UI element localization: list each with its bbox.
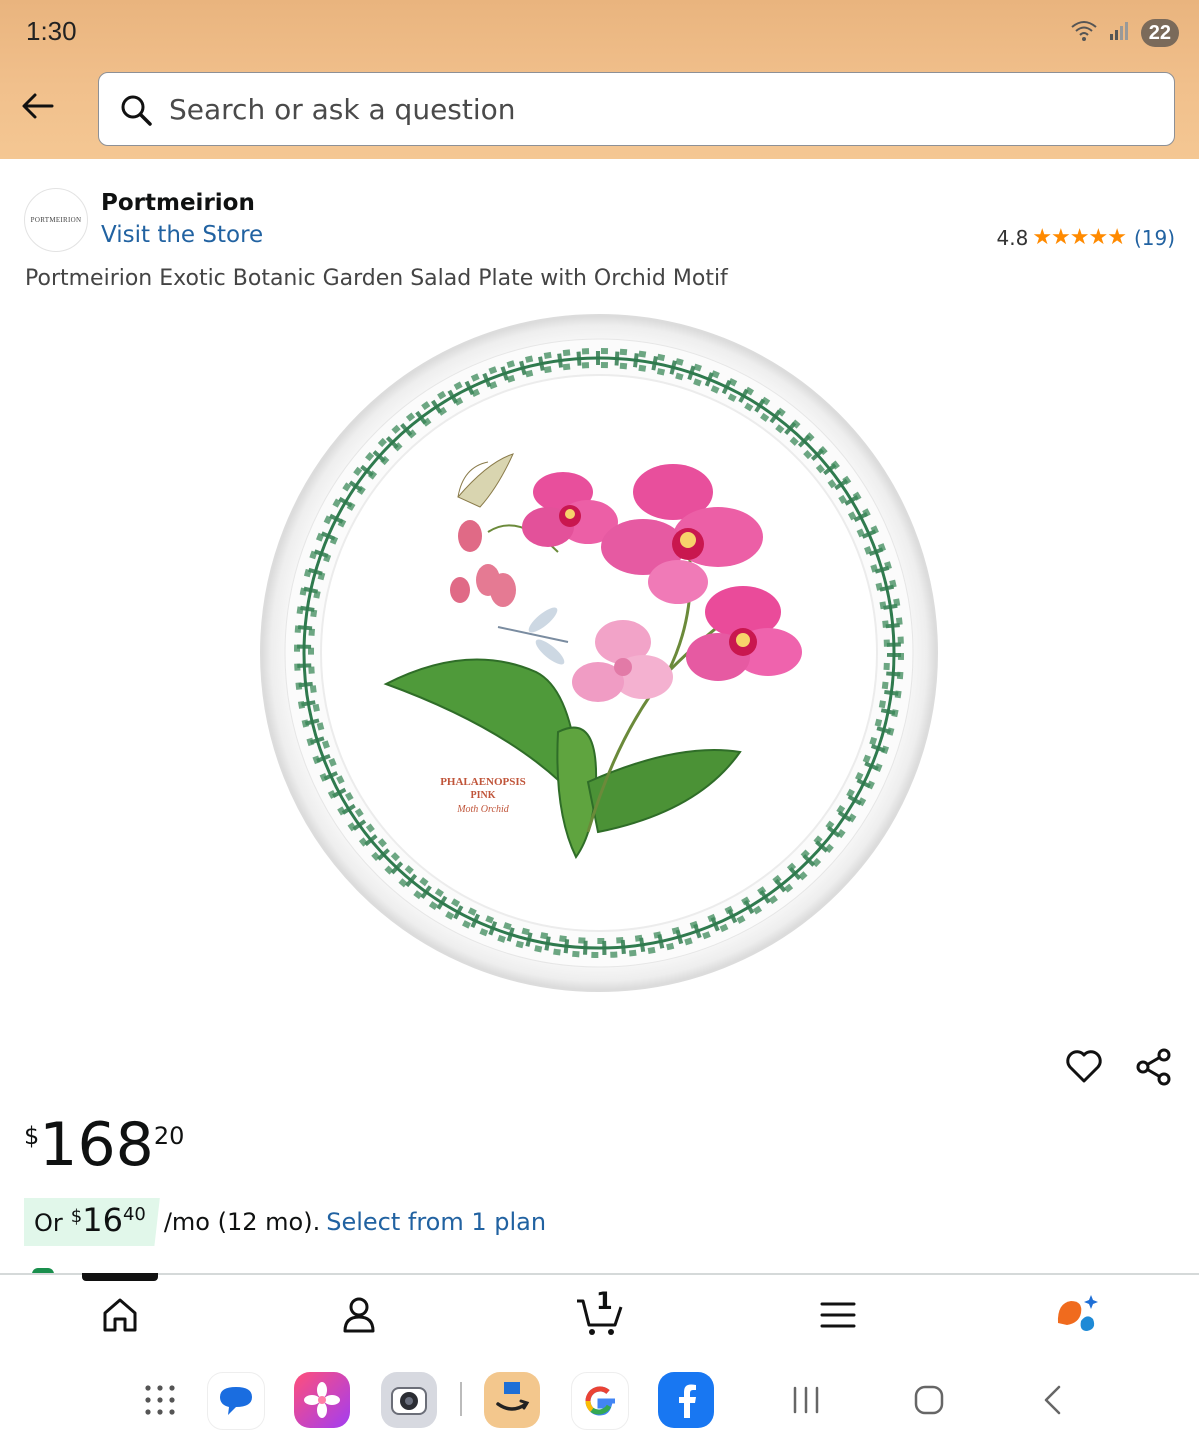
recent-apps-button[interactable] (778, 1372, 834, 1428)
nav-account[interactable] (334, 1293, 384, 1337)
messages-app[interactable] (207, 1372, 265, 1430)
product-title: Portmeirion Exotic Botanic Garden Salad … (25, 266, 728, 291)
home-square-icon (914, 1385, 944, 1415)
installment-offer: Or $ 16 40 /mo (12 mo). Select from 1 pl… (24, 1198, 546, 1246)
home-icon (103, 1298, 137, 1332)
nav-home[interactable] (95, 1293, 145, 1337)
installment-badge: Or $ 16 40 (24, 1198, 160, 1246)
nav-menu[interactable] (813, 1293, 863, 1337)
rating-value: 4.8 (996, 225, 1029, 250)
hamburger-menu-icon (820, 1302, 856, 1328)
status-icons: 22 (1069, 18, 1179, 47)
nav-cart[interactable]: 1 (574, 1287, 626, 1337)
heart-icon (1066, 1050, 1102, 1083)
star-rating-icon: ★★★★★ (1032, 225, 1127, 250)
plate-label-line1: PHALAENOPSIS (440, 776, 526, 788)
recents-icon (793, 1386, 819, 1414)
chat-bubble-icon (220, 1387, 252, 1415)
wifi-icon (1069, 18, 1099, 47)
app-drawer-button[interactable] (132, 1372, 188, 1428)
installment-prefix: Or (34, 1209, 63, 1237)
home-button[interactable] (901, 1372, 957, 1428)
back-button[interactable] (20, 88, 60, 128)
brand-name: Portmeirion (101, 190, 255, 216)
installment-whole: 16 (82, 1201, 123, 1239)
status-time: 1:30 (26, 16, 77, 46)
arrow-left-icon (22, 93, 54, 119)
app-header: 1:30 22 (0, 0, 1199, 159)
flower-icon (304, 1382, 340, 1418)
plate-illustration: PHALAENOPSIS PINK Moth Orchid (260, 314, 938, 992)
dock-separator (460, 1382, 462, 1416)
search-bar[interactable] (98, 72, 1175, 146)
select-plan-link[interactable]: Select from 1 plan (326, 1208, 546, 1236)
product-price: $ 168 20 (24, 1112, 184, 1178)
nav-rufus-assistant[interactable] (1053, 1293, 1103, 1337)
system-back-button[interactable] (1025, 1372, 1081, 1428)
rating-count[interactable]: (19) (1134, 226, 1175, 250)
facebook-f-icon (679, 1384, 696, 1418)
active-tab-indicator (82, 1273, 158, 1281)
google-app[interactable] (571, 1372, 629, 1430)
search-icon (119, 93, 153, 132)
installment-currency: $ (70, 1206, 83, 1227)
rufus-ai-icon (1057, 1295, 1098, 1331)
plate-label-line2: PINK (471, 790, 496, 801)
app-grid-icon (145, 1385, 175, 1415)
person-icon (343, 1297, 375, 1333)
facebook-app[interactable] (658, 1372, 714, 1428)
visit-store-link[interactable]: Visit the Store (101, 222, 263, 248)
amazon-app[interactable] (484, 1372, 540, 1428)
chevron-left-icon (1044, 1385, 1061, 1415)
search-input[interactable] (169, 87, 1129, 131)
share-button[interactable] (1133, 1046, 1175, 1093)
price-whole: 168 (39, 1110, 154, 1180)
battery-indicator: 22 (1140, 18, 1179, 47)
amazon-smile-icon (496, 1382, 530, 1411)
signal-icon (1109, 19, 1131, 46)
price-fraction: 20 (153, 1122, 185, 1150)
cart-count: 1 (596, 1287, 613, 1315)
google-g-icon (585, 1386, 615, 1416)
installment-term: /mo (12 mo). (163, 1208, 321, 1236)
bottom-nav-divider (0, 1273, 1199, 1275)
gallery-app[interactable] (294, 1372, 350, 1428)
product-image[interactable]: PHALAENOPSIS PINK Moth Orchid (258, 312, 940, 994)
brand-logo[interactable]: PORTMEIRION (24, 188, 88, 252)
share-icon (1136, 1048, 1171, 1086)
price-currency: $ (24, 1122, 40, 1150)
installment-fraction: 40 (122, 1204, 146, 1225)
camera-icon (391, 1387, 427, 1415)
add-to-list-button[interactable] (1064, 1046, 1104, 1091)
camera-app[interactable] (381, 1372, 437, 1428)
brand-logo-text: PORTMEIRION (30, 216, 82, 224)
plate-label-line3: Moth Orchid (456, 804, 510, 815)
rating-summary[interactable]: 4.8 ★★★★★ (19) (997, 225, 1176, 250)
